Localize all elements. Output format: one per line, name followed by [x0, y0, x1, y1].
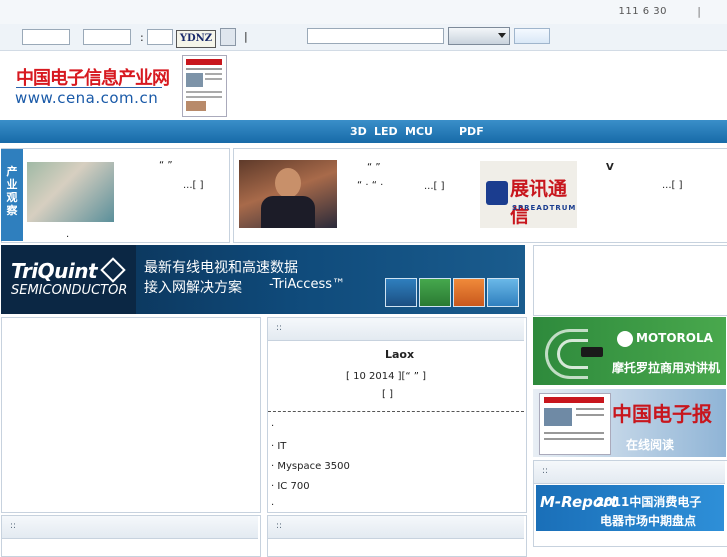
mreport-line-1: 2011中国消费电子 [596, 495, 702, 509]
captcha-input[interactable] [147, 29, 173, 45]
epaper-read-online[interactable]: 在线阅读 [626, 436, 674, 453]
epaper-title: 中国电子报 [612, 402, 712, 426]
motorola-caption: 摩托罗拉商用对讲机 [612, 361, 721, 375]
feature-2-line: “ · “ · [357, 180, 384, 191]
banner-product: -TriAccess™ [269, 277, 345, 292]
bar-separator: | [244, 30, 248, 43]
colon-label: : [140, 31, 144, 44]
list-item[interactable]: · [271, 421, 274, 432]
list-item[interactable]: · IC 700 [271, 481, 310, 492]
banner-tile-2 [419, 278, 451, 307]
motorola-icon [617, 331, 633, 347]
ad-slot-right [533, 245, 727, 316]
feature-1-foot: . [66, 229, 70, 240]
spreadtrum-brand-en: SPREADTRUM [512, 204, 577, 212]
news-headline[interactable]: Laox [385, 348, 414, 361]
right-panel-header: :: [534, 461, 725, 484]
feature-3-more-link[interactable]: ...[ ] [662, 180, 683, 191]
triquint-sub: SEMICONDUCTOR [11, 283, 128, 298]
industry-watch-tag: 产业观察 [1, 149, 23, 241]
banner-line-1: 最新有线电视和高速数据 [144, 260, 298, 276]
top-separator: | [697, 5, 701, 18]
news-meta: [ 10 2014 ][“ ” ] [346, 371, 427, 382]
search-input[interactable] [307, 28, 444, 44]
feature-photo-1[interactable] [27, 162, 114, 222]
news-panel-header: :: [268, 318, 524, 341]
username-input[interactable] [22, 29, 70, 45]
triquint-logo: TriQuint [11, 259, 98, 283]
nav-item-led[interactable]: LED [374, 125, 398, 138]
banner-tile-3 [453, 278, 485, 307]
list-item[interactable]: · [271, 500, 274, 511]
banner-line-2: 接入网解决方案 [144, 280, 242, 296]
date-text: 111 6 30 [618, 6, 667, 17]
login-button[interactable] [220, 28, 236, 46]
feature-3-letter: V [606, 162, 614, 173]
nav-item-mcu[interactable]: MCU [405, 125, 433, 138]
banner-tile-4 [487, 278, 519, 307]
news-meta-2: [ ] [382, 389, 393, 400]
search-bar: : YDNZ | [0, 24, 727, 51]
logo-divider [16, 87, 162, 88]
bottom-mid-header: :: [268, 516, 524, 539]
captcha-image: YDNZ [176, 30, 216, 48]
search-category-select[interactable] [448, 27, 510, 45]
spreadtrum-logo[interactable]: 展讯通信 SPREADTRUM [480, 161, 577, 228]
spreadtrum-brand: 展讯通信 [510, 178, 568, 227]
list-item[interactable]: · Myspace 3500 [271, 461, 350, 472]
feature-2-quote: “ ” [367, 162, 381, 173]
triquint-banner[interactable]: TriQuint SEMICONDUCTOR 最新有线电视和高速数据 接入网解决… [1, 245, 525, 314]
top-bar: 111 6 30 | [0, 0, 727, 25]
mreport-line-2: 电器市场中期盘点 [600, 514, 697, 528]
feature-photo-2[interactable] [239, 160, 337, 228]
motorola-brand: MOTOROLA [636, 331, 713, 345]
password-input[interactable] [83, 29, 131, 45]
logo-url[interactable]: www.cena.com.cn [15, 89, 158, 107]
search-button[interactable] [514, 28, 550, 44]
news-panel-head-text: :: [276, 323, 283, 333]
industry-watch-label: 产业观察 [6, 165, 18, 217]
bottom-mid-head-text: :: [276, 521, 283, 531]
right-panel-head-text: :: [542, 466, 549, 476]
nav-item-pdf[interactable]: PDF [459, 125, 484, 138]
bottom-left-header: :: [2, 516, 258, 539]
main-nav: 3D LED MCU PDF [0, 120, 727, 143]
feature-1-more-link[interactable]: ...[ ] [183, 180, 204, 191]
banner-tile-1 [385, 278, 417, 307]
feature-2-more-link[interactable]: ...[ ] [424, 181, 445, 192]
bottom-left-head-text: :: [10, 521, 17, 531]
nav-item-3d[interactable]: 3D [350, 125, 367, 138]
feature-1-quote: “ ” [159, 160, 173, 171]
chevron-down-icon [498, 33, 506, 38]
newspaper-thumbnail[interactable] [182, 55, 227, 117]
news-divider [268, 411, 524, 412]
left-panel [1, 317, 261, 513]
list-item[interactable]: · IT [271, 441, 286, 452]
